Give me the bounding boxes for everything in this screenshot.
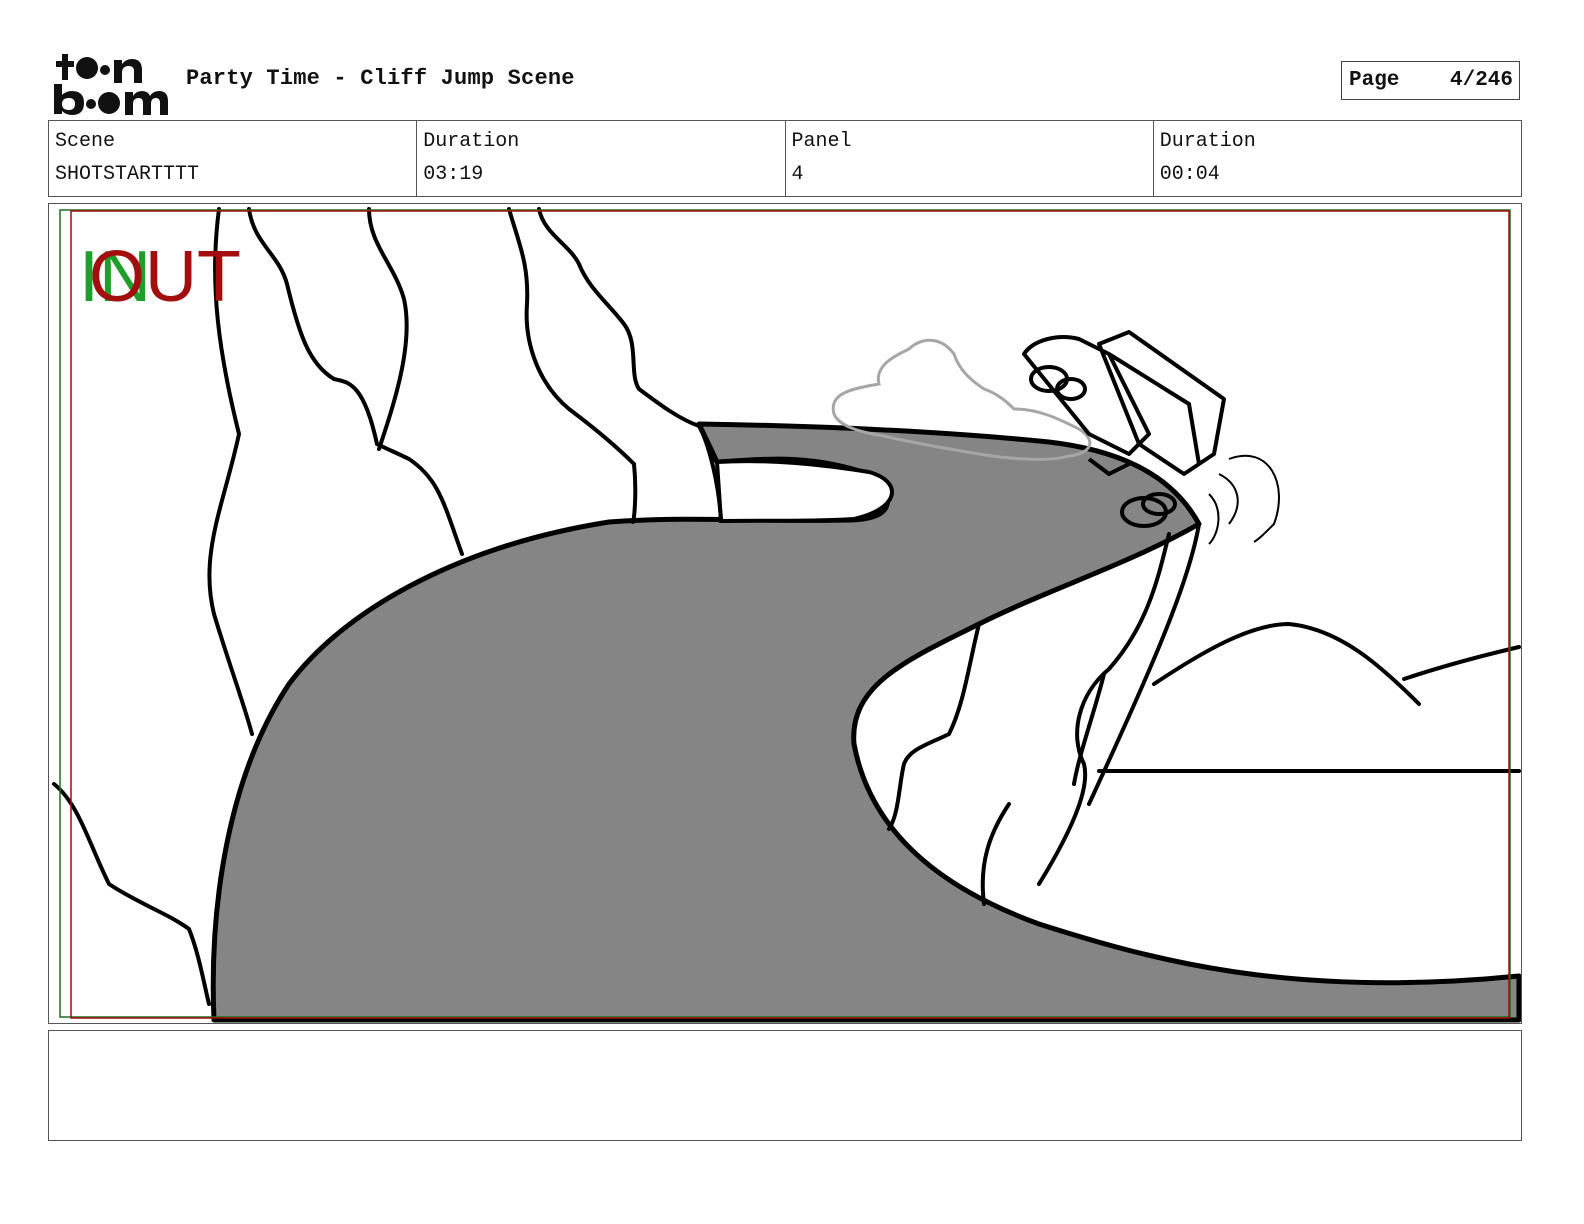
out-marker: OUT [89,237,241,317]
panel-drawing: IN OUT [52,207,1521,1023]
page-value: 4/246 [1449,69,1513,92]
panel-duration-label: Duration [1159,130,1256,153]
document-title: Party Time - Cliff Jump Scene [186,66,575,91]
panel-duration-value: 00:04 [1159,163,1220,186]
panel-duration-cell: Duration 00:04 [1154,121,1521,196]
scene-duration-label: Duration [423,130,520,153]
road-inner-loop [714,459,894,524]
panel-notes-box [48,1030,1522,1141]
panel-label: Panel [791,130,852,153]
toon-boom-logo [54,54,168,115]
page-label: Page [1349,69,1400,92]
scene-value: SHOTSTARTTTT [55,163,200,186]
scene-duration-value: 03:19 [423,163,484,186]
scene-cell: Scene SHOTSTARTTTT [49,121,418,196]
car-motion-lines [1208,454,1280,545]
panel-value: 4 [791,163,804,186]
storyboard-panel: IN OUT [48,203,1522,1024]
page-counter: Page 4/246 [1341,61,1520,100]
panel-cell: Panel 4 [786,121,1154,196]
scene-duration-cell: Duration 03:19 [417,121,786,196]
scene-label: Scene [55,130,116,153]
scene-info-table: Scene SHOTSTARTTTT Duration 03:19 Panel … [48,120,1522,197]
